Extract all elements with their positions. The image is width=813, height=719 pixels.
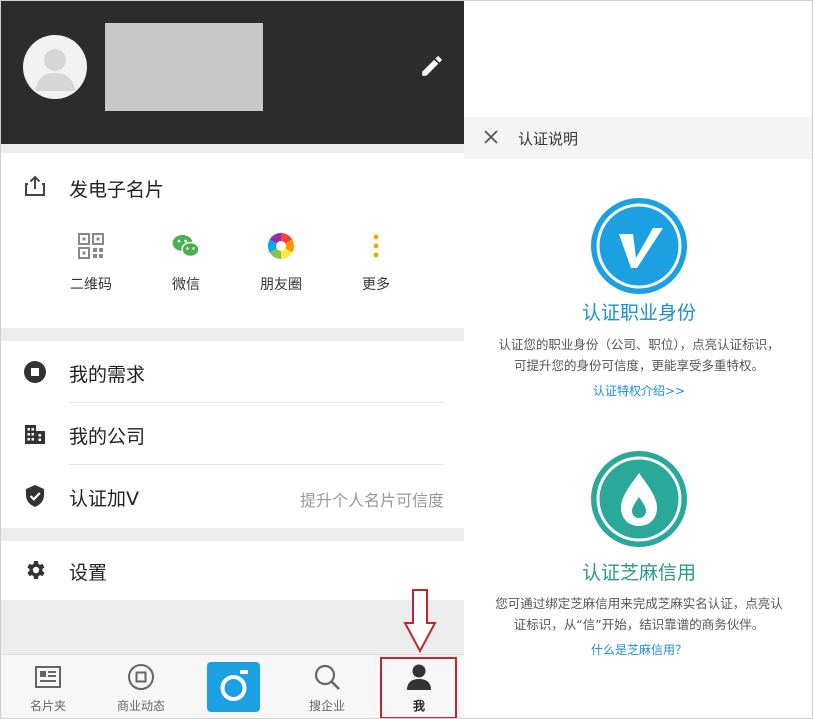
menu-card: 我的需求 我的公司 认证加V 提升个人名片可信度 — [1, 341, 464, 528]
sesame-verify-title: 认证芝麻信用 — [581, 562, 696, 584]
sesame-info-link[interactable]: 什么是芝麻信用？ — [464, 641, 812, 658]
profile-name-redacted — [105, 23, 263, 111]
share-icon — [25, 175, 45, 196]
share-qr-label: 二维码 — [70, 277, 112, 293]
share-qr-code[interactable]: 二维码 — [61, 231, 121, 294]
profile-header — [1, 1, 464, 144]
share-more[interactable]: 更多 — [346, 231, 406, 294]
qr-code-icon — [78, 233, 104, 259]
share-moments-label: 朋友圈 — [260, 277, 302, 293]
menu-item-verify-v[interactable]: 认证加V 提升个人名片可信度 — [1, 465, 464, 527]
stop-circle-icon — [24, 361, 46, 383]
camera-icon — [220, 670, 248, 701]
share-moments[interactable]: 朋友圈 — [251, 231, 311, 294]
sesame-credit-badge-icon — [591, 451, 687, 547]
wechat-icon — [172, 235, 200, 258]
camera-button[interactable] — [207, 662, 260, 712]
job-verify-desc-line: 认证您的职业身份（公司、职位），点亮认证标识， — [498, 337, 780, 352]
menu-item-label: 设置 — [69, 562, 108, 584]
tab-card-holder[interactable]: 名片夹 — [8, 655, 88, 718]
menu-item-hint: 提升个人名片可信度 — [299, 491, 444, 510]
share-card: 发电子名片 二维码 微信 朋友圈 更多 — [1, 153, 464, 328]
share-card-row[interactable]: 发电子名片 — [1, 171, 464, 205]
job-privilege-link[interactable]: 认证特权介绍>> — [464, 382, 812, 399]
annotation-arrow-down-icon — [403, 589, 437, 653]
avatar[interactable] — [23, 35, 87, 99]
building-icon — [25, 425, 45, 444]
gear-icon — [27, 561, 45, 579]
menu-item-settings[interactable]: 设置 — [1, 541, 464, 600]
annotation-highlight-box — [380, 657, 457, 718]
menu-item-label: 我的需求 — [69, 364, 146, 386]
verification-topbar: 认证说明 — [464, 117, 812, 159]
menu-item-my-company[interactable]: 我的公司 — [1, 403, 464, 465]
share-more-label: 更多 — [362, 277, 390, 293]
shield-check-icon — [26, 485, 44, 507]
moments-icon — [267, 232, 295, 260]
tab-label: 商业动态 — [116, 699, 165, 713]
sesame-verify-description: 您可通过绑定芝麻信用来完成芝麻实名认证，点亮认 证标识，从“信”开始，结识靠谱的… — [478, 593, 800, 635]
job-verify-title: 认证职业身份 — [581, 302, 696, 324]
job-verify-description: 认证您的职业身份（公司、职位），点亮认证标识， 可提升您的身份可信度，更能享受多… — [478, 334, 800, 376]
menu-item-label: 认证加V — [69, 488, 139, 510]
profile-screen: 发电子名片 二维码 微信 朋友圈 更多 我的需求 我的公司 认证加V 提升个人名… — [1, 1, 464, 718]
menu-item-my-needs[interactable]: 我的需求 — [1, 341, 464, 403]
pencil-icon[interactable] — [419, 53, 445, 79]
menu-item-label: 我的公司 — [69, 426, 146, 448]
tab-label: 搜企业 — [308, 699, 345, 713]
card-holder-icon — [35, 666, 61, 688]
verification-screen: 认证说明 认证职业身份 认证您的职业身份（公司、职位），点亮认证标识， 可提升您… — [464, 1, 812, 718]
share-wechat[interactable]: 微信 — [156, 231, 216, 294]
tab-business-news[interactable]: 商业动态 — [101, 655, 181, 718]
share-card-title: 发电子名片 — [69, 179, 165, 201]
settings-card: 设置 — [1, 541, 464, 600]
tab-label: 名片夹 — [29, 699, 66, 713]
screenshot-root: 发电子名片 二维码 微信 朋友圈 更多 我的需求 我的公司 认证加V 提升个人名… — [0, 0, 813, 719]
sesame-verify-desc-line: 证标识，从“信”开始，结识靠谱的商务伙伴。 — [513, 617, 765, 632]
job-verify-desc-line: 可提升您的身份可信度，更能享受多重特权。 — [513, 358, 764, 373]
search-icon — [314, 664, 340, 690]
tab-search-company[interactable]: 搜企业 — [287, 655, 367, 718]
business-news-icon — [128, 664, 154, 690]
share-wechat-label: 微信 — [172, 277, 200, 293]
page-title: 认证说明 — [518, 130, 579, 148]
v-verified-badge-icon — [591, 198, 687, 294]
sesame-verify-desc-line: 您可通过绑定芝麻信用来完成芝麻实名认证，点亮认 — [495, 596, 783, 611]
more-vertical-icon — [373, 234, 379, 258]
close-icon[interactable] — [482, 128, 500, 146]
avatar-placeholder-icon — [35, 49, 75, 91]
